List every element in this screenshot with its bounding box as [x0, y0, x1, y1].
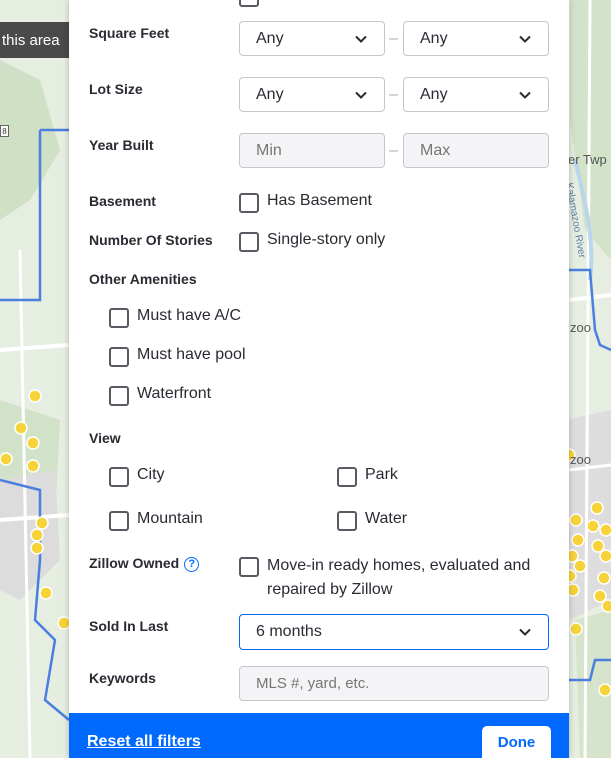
- map-place-label: zoo: [570, 452, 591, 467]
- year-built-max-placeholder: Max: [420, 141, 451, 159]
- single-story-checkbox[interactable]: Single-story only: [239, 231, 385, 252]
- zillow-owned-option-line2: repaired by Zillow: [267, 581, 393, 598]
- view-water-label: Water: [365, 510, 408, 527]
- search-this-area-button[interactable]: this area: [0, 22, 78, 58]
- checkbox-box[interactable]: [109, 347, 129, 367]
- lot-size-min-value: Any: [256, 85, 284, 103]
- view-city-label: City: [137, 466, 165, 483]
- cut-off-checkbox[interactable]: [239, 0, 259, 7]
- keywords-input[interactable]: MLS #, yard, etc.: [239, 666, 549, 701]
- view-label: View: [89, 430, 121, 446]
- checkbox-box[interactable]: [109, 511, 129, 531]
- search-this-area-label: this area: [2, 31, 60, 49]
- keywords-placeholder: MLS #, yard, etc.: [256, 675, 370, 692]
- has-basement-checkbox[interactable]: Has Basement: [239, 192, 372, 213]
- view-city-checkbox[interactable]: City: [109, 466, 165, 487]
- checkbox-box[interactable]: [239, 232, 259, 252]
- chevron-down-icon: [355, 91, 367, 99]
- lot-size-max-select[interactable]: Any: [403, 77, 549, 112]
- checkbox-box[interactable]: [239, 557, 259, 577]
- more-filters-panel: Square Feet Any – Any Lot Size Any – Any…: [69, 0, 569, 758]
- waterfront-label: Waterfront: [137, 385, 212, 402]
- zillow-owned-option-line1: Move-in ready homes, evaluated and: [267, 557, 531, 574]
- view-park-checkbox[interactable]: Park: [337, 466, 398, 487]
- range-separator: –: [389, 30, 398, 47]
- map-place-label: zoo: [570, 320, 591, 335]
- map-place-label: er Twp: [568, 152, 607, 167]
- view-mountain-checkbox[interactable]: Mountain: [109, 510, 203, 531]
- reset-all-filters-link[interactable]: Reset all filters: [87, 733, 201, 751]
- checkbox-box[interactable]: [337, 467, 357, 487]
- basement-label: Basement: [89, 193, 156, 209]
- done-button[interactable]: Done: [482, 726, 551, 758]
- waterfront-checkbox[interactable]: Waterfront: [109, 385, 211, 406]
- stories-label: Number Of Stories: [89, 232, 213, 248]
- checkbox-box[interactable]: [109, 386, 129, 406]
- view-mountain-label: Mountain: [137, 510, 203, 527]
- range-separator: –: [389, 86, 398, 103]
- zillow-owned-label: Zillow Owned: [89, 555, 180, 571]
- other-amenities-label: Other Amenities: [89, 271, 197, 287]
- has-basement-label: Has Basement: [267, 192, 372, 209]
- lot-size-max-value: Any: [420, 85, 448, 103]
- sold-in-last-value: 6 months: [256, 623, 322, 640]
- filters-footer: Reset all filters Done: [69, 713, 569, 758]
- checkbox-box[interactable]: [109, 308, 129, 328]
- year-built-label: Year Built: [89, 137, 154, 153]
- square-feet-min-select[interactable]: Any: [239, 21, 385, 56]
- pool-checkbox[interactable]: Must have pool: [109, 346, 246, 367]
- chevron-down-icon: [355, 35, 367, 43]
- keywords-label: Keywords: [89, 670, 156, 686]
- lot-size-min-select[interactable]: Any: [239, 77, 385, 112]
- zillow-owned-option: Move-in ready homes, evaluated and repai…: [267, 554, 530, 602]
- highway-shield: 8: [0, 125, 9, 137]
- sold-in-last-label: Sold In Last: [89, 618, 169, 634]
- done-button-label: Done: [497, 733, 536, 751]
- checkbox-box[interactable]: [239, 193, 259, 213]
- sold-in-last-select[interactable]: 6 months: [239, 614, 549, 650]
- help-icon[interactable]: ?: [184, 556, 200, 572]
- year-built-max-input[interactable]: Max: [403, 133, 549, 168]
- year-built-min-input[interactable]: Min: [239, 133, 385, 168]
- square-feet-max-select[interactable]: Any: [403, 21, 549, 56]
- checkbox-box[interactable]: [337, 511, 357, 531]
- view-water-checkbox[interactable]: Water: [337, 510, 407, 531]
- single-story-label: Single-story only: [267, 231, 386, 248]
- square-feet-max-value: Any: [420, 29, 448, 47]
- ac-checkbox[interactable]: Must have A/C: [109, 307, 241, 328]
- zillow-owned-checkbox[interactable]: Move-in ready homes, evaluated and repai…: [239, 554, 549, 602]
- zillow-owned-label-group: Zillow Owned?: [89, 555, 200, 572]
- year-built-min-placeholder: Min: [256, 141, 282, 159]
- chevron-down-icon: [519, 91, 531, 99]
- chevron-down-icon: [519, 628, 531, 636]
- ac-label: Must have A/C: [137, 307, 242, 324]
- pool-label: Must have pool: [137, 346, 246, 363]
- square-feet-label: Square Feet: [89, 25, 170, 41]
- range-separator: –: [389, 142, 398, 159]
- square-feet-min-value: Any: [256, 29, 284, 47]
- checkbox-box[interactable]: [109, 467, 129, 487]
- view-park-label: Park: [365, 466, 398, 483]
- chevron-down-icon: [519, 35, 531, 43]
- lot-size-label: Lot Size: [89, 81, 143, 97]
